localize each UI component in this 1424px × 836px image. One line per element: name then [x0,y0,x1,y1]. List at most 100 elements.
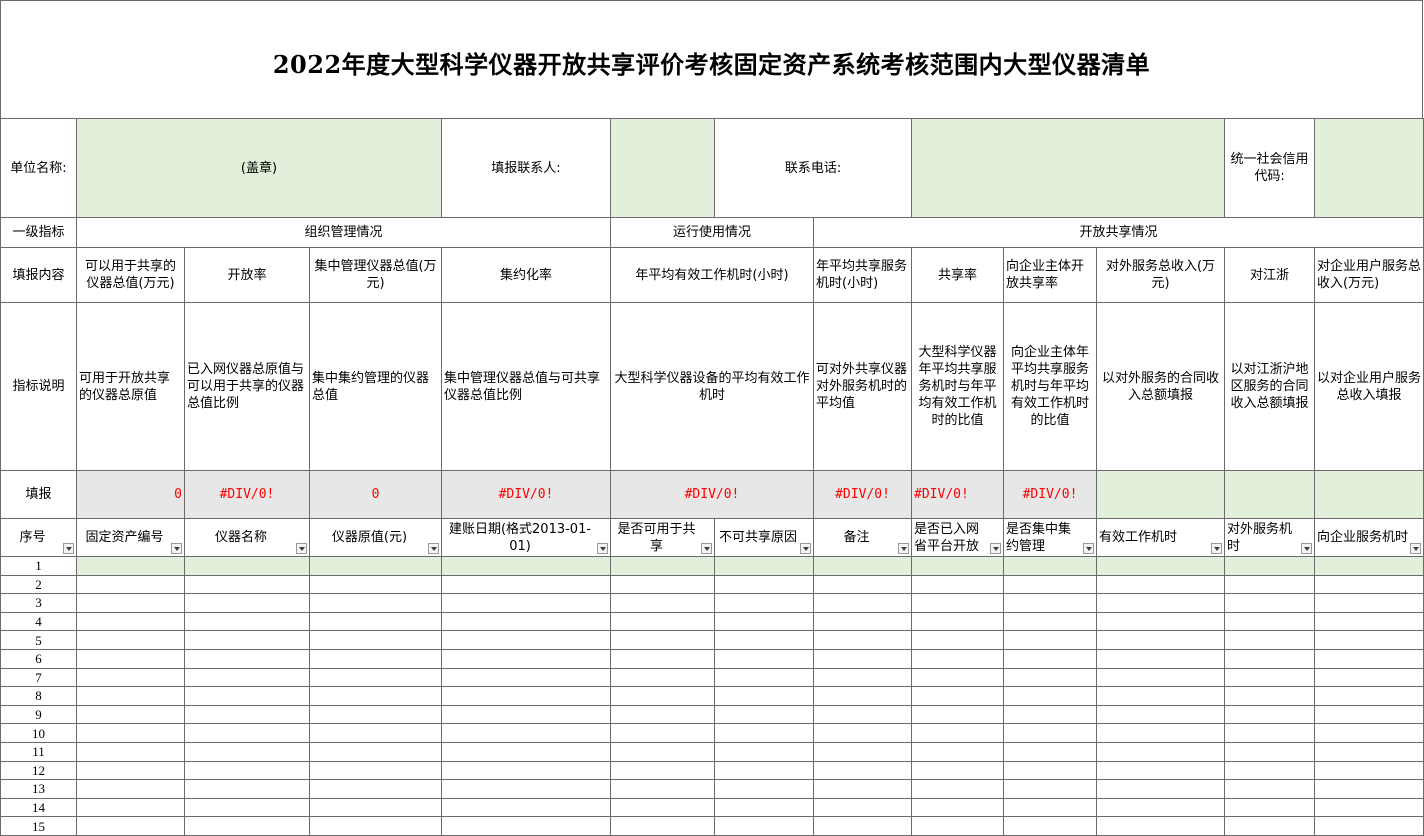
data-cell[interactable] [1314,760,1424,781]
data-cell[interactable] [76,779,185,799]
data-cell[interactable] [714,611,814,632]
data-cell[interactable] [309,686,442,706]
data-cell[interactable] [1096,556,1226,576]
fill-c5[interactable]: #DIV/0! [610,470,814,519]
data-cell[interactable] [911,723,1005,743]
data-cell[interactable] [1003,648,1098,669]
data-cell[interactable] [1224,760,1316,781]
data-cell[interactable] [1096,816,1226,836]
data-cell[interactable] [1224,816,1316,836]
fill-c4[interactable]: #DIV/0! [441,470,611,519]
data-cell[interactable] [1224,630,1316,650]
data-cell[interactable] [1314,816,1424,836]
data-cell[interactable] [76,667,185,688]
data-cell[interactable] [1224,797,1316,818]
data-cell[interactable] [441,816,611,836]
data-cell[interactable] [911,667,1005,688]
data-cell[interactable] [911,797,1005,818]
data-cell[interactable] [184,779,310,799]
filter-dropdown-icon[interactable] [1083,543,1095,554]
data-cell[interactable] [184,630,310,650]
data-cell[interactable] [714,723,814,743]
data-cell[interactable] [76,704,185,725]
data-cell[interactable] [1314,686,1424,706]
data-cell[interactable] [714,556,814,576]
data-cell[interactable] [1096,779,1226,799]
data-cell[interactable] [610,574,715,595]
data-cell[interactable] [911,741,1005,762]
data-cell[interactable] [1096,611,1226,632]
data-cell[interactable] [1003,760,1098,781]
data-cell[interactable] [184,556,310,576]
data-cell[interactable] [309,704,442,725]
data-cell[interactable] [1314,667,1424,688]
data-cell[interactable] [1096,648,1226,669]
data-cell[interactable] [1224,648,1316,669]
data-cell[interactable] [76,593,185,613]
data-cell[interactable] [714,686,814,706]
filter-dropdown-icon[interactable] [171,543,182,554]
data-cell[interactable] [309,556,442,576]
data-cell[interactable] [184,760,310,781]
data-cell[interactable] [441,648,611,669]
data-cell[interactable] [1096,797,1226,818]
data-cell[interactable] [714,630,814,650]
data-cell[interactable] [76,686,185,706]
data-cell[interactable] [714,779,814,799]
filter-dropdown-icon[interactable] [898,543,910,554]
data-cell[interactable] [610,797,715,818]
data-cell[interactable] [812,648,913,669]
data-cell[interactable] [1003,797,1098,818]
fill-c3[interactable]: 0 [309,470,442,519]
data-cell[interactable] [441,574,611,595]
data-cell[interactable] [309,760,442,781]
data-cell[interactable] [1314,630,1424,650]
data-cell[interactable] [1003,611,1098,632]
data-cell[interactable] [441,556,611,576]
data-cell[interactable] [1003,686,1098,706]
unit-input-cell[interactable]: (盖章) [76,118,442,218]
data-cell[interactable] [911,704,1005,725]
data-cell[interactable] [610,760,715,781]
fill-c10[interactable] [1224,470,1316,519]
data-cell[interactable] [714,667,814,688]
data-cell[interactable] [76,741,185,762]
data-cell[interactable] [911,630,1005,650]
credit-input-cell[interactable] [1314,118,1424,218]
data-cell[interactable] [1224,593,1316,613]
data-cell[interactable] [76,556,185,576]
data-cell[interactable] [812,611,913,632]
data-cell[interactable] [1003,630,1098,650]
data-cell[interactable] [184,686,310,706]
data-cell[interactable] [1224,556,1316,576]
data-cell[interactable] [76,797,185,818]
data-cell[interactable] [1003,593,1098,613]
data-cell[interactable] [76,816,185,836]
data-cell[interactable] [184,574,310,595]
data-cell[interactable] [610,648,715,669]
data-cell[interactable] [610,704,715,725]
fill-c7[interactable]: #DIV/0! [911,470,1005,519]
data-cell[interactable] [309,667,442,688]
data-cell[interactable] [1003,704,1098,725]
data-cell[interactable] [309,630,442,650]
data-cell[interactable] [1096,574,1226,595]
data-cell[interactable] [1096,667,1226,688]
data-cell[interactable] [610,667,715,688]
data-cell[interactable] [610,630,715,650]
data-cell[interactable] [1224,779,1316,799]
data-cell[interactable] [76,611,185,632]
filter-dropdown-icon[interactable] [701,543,712,554]
data-cell[interactable] [714,648,814,669]
data-cell[interactable] [1224,611,1316,632]
data-cell[interactable] [1096,686,1226,706]
data-cell[interactable] [441,686,611,706]
data-cell[interactable] [911,593,1005,613]
data-cell[interactable] [610,686,715,706]
data-cell[interactable] [1314,741,1424,762]
data-cell[interactable] [911,779,1005,799]
data-cell[interactable] [441,779,611,799]
fill-c1[interactable]: 0 [76,470,185,519]
data-cell[interactable] [911,816,1005,836]
data-cell[interactable] [441,760,611,781]
